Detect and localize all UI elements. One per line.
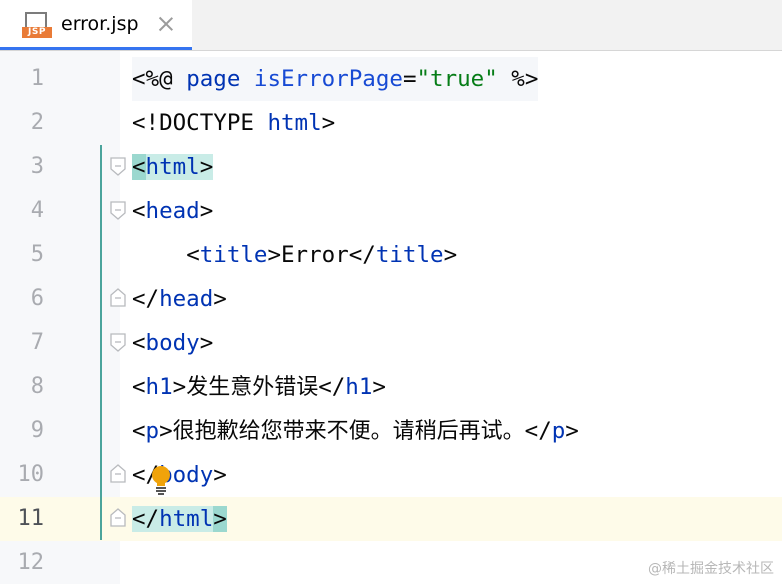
code-line-6: </head> (132, 277, 227, 321)
code-token: html (159, 506, 214, 532)
code-token: < (132, 418, 146, 444)
fold-close-icon[interactable] (110, 287, 126, 307)
code-token: > (213, 506, 227, 532)
code-text: 发生意外错误 (186, 375, 319, 400)
fold-close-icon[interactable] (110, 507, 126, 527)
fold-open-icon[interactable] (110, 333, 126, 353)
code-token: isErrorPage (253, 66, 403, 92)
code-token: < (186, 242, 200, 268)
code-line-2: <!DOCTYPE html> (132, 101, 335, 145)
code-token: > (199, 330, 214, 356)
close-icon[interactable] (157, 15, 175, 33)
tag-match-guide (100, 145, 102, 540)
line-number: 1 (30, 66, 44, 91)
line-number: 2 (30, 110, 44, 135)
line-number: 10 (17, 462, 45, 487)
line-number: 5 (30, 242, 44, 267)
code-token: > (372, 374, 386, 400)
code-line-9: <p>很抱歉给您带来不便。请稍后再试。</p> (132, 409, 579, 454)
code-token: body (145, 330, 200, 356)
fold-open-icon[interactable] (110, 201, 126, 221)
code-text: Error (281, 242, 349, 268)
tab-label: error.jsp (61, 13, 139, 35)
code-token: < (132, 154, 146, 180)
code-token: > (159, 418, 173, 444)
code-token: </ (132, 286, 160, 312)
line-number: 6 (30, 286, 44, 311)
line-number: 12 (17, 550, 45, 575)
code-token: < (132, 330, 146, 356)
matched-tag: <html> (132, 154, 214, 180)
code-token: > (199, 154, 214, 180)
code-token: < (132, 198, 146, 224)
code-token: h1 (345, 374, 373, 400)
code-token: </ (132, 506, 160, 532)
watermark: @稀土掘金技术社区 (648, 561, 774, 577)
code-token: <!DOCTYPE (132, 110, 268, 136)
code-line-10: </body> (132, 453, 227, 497)
code-token: > (199, 198, 214, 224)
code-text: 很抱歉给您带来不便。请稍后再试。 (172, 419, 525, 444)
code-editor: JSP error.jsp 1 2 3 4 5 6 7 8 9 10 11 12… (0, 0, 782, 584)
code-line-5: <title>Error</title> (132, 233, 457, 277)
code-token: > (565, 418, 579, 444)
editor-tab-bar: JSP error.jsp (0, 0, 782, 51)
code-token: > (443, 242, 458, 268)
code-token: h1 (145, 374, 173, 400)
file-page-shape (25, 12, 47, 28)
code-token: head (159, 286, 214, 312)
code-token: p (551, 418, 566, 444)
line-number-current: 11 (17, 506, 45, 531)
code-token: html (145, 154, 200, 180)
code-token: %> (497, 66, 539, 92)
matched-tag: </html> (132, 506, 227, 532)
line-number: 4 (30, 198, 44, 223)
code-token: > (267, 242, 282, 268)
jsp-file-icon: JSP (22, 11, 52, 38)
jsp-badge: JSP (22, 27, 52, 38)
code-line-7: <body> (132, 321, 213, 365)
code-token: > (172, 374, 187, 400)
code-token: < (132, 374, 146, 400)
code-line-11: </html> (132, 497, 227, 541)
code-token: title (199, 242, 268, 268)
code-line-1: <%@ page isErrorPage="true" %> (132, 57, 539, 101)
line-number: 8 (30, 374, 44, 399)
code-token: title (375, 242, 444, 268)
line-number: 9 (30, 418, 44, 443)
code-token: p (145, 418, 160, 444)
code-token: html (267, 110, 322, 136)
code-token: <%@ (132, 66, 187, 92)
code-token: page (186, 66, 241, 92)
code-token: </ (524, 418, 552, 444)
code-line-3: <html> (132, 145, 214, 189)
fold-close-icon[interactable] (110, 463, 126, 483)
code-token: </ (348, 242, 376, 268)
code-token: "true" (416, 66, 498, 92)
code-line-8: <h1>发生意外错误</h1> (132, 365, 386, 410)
lightbulb-icon[interactable] (150, 465, 172, 495)
fold-open-icon[interactable] (110, 157, 126, 177)
line-number: 7 (30, 330, 44, 355)
code-token: head (145, 198, 200, 224)
code-token: > (321, 110, 336, 136)
code-token: > (213, 462, 227, 488)
line-number: 3 (30, 154, 44, 179)
code-token: = (402, 66, 417, 92)
code-token: </ (318, 374, 346, 400)
tab-error-jsp[interactable]: JSP error.jsp (0, 0, 192, 50)
code-token: > (213, 286, 227, 312)
code-line-4: <head> (132, 189, 213, 233)
